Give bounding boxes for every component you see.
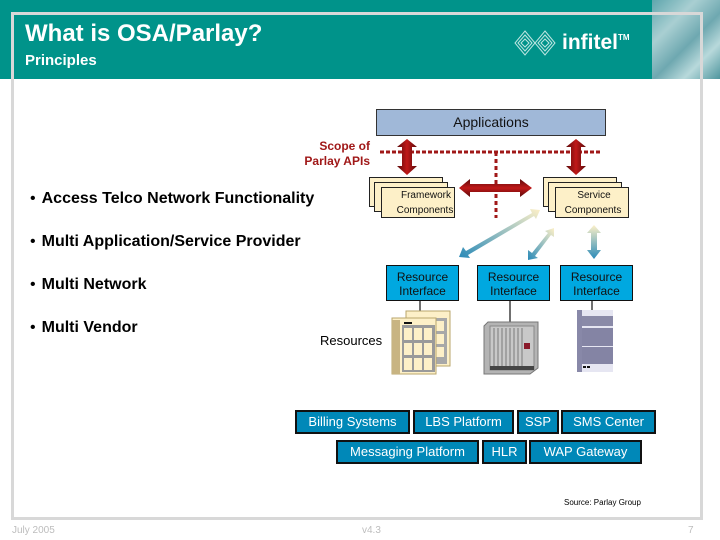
footer-page-number: 7 xyxy=(688,525,694,536)
resource-interface-box: Resource Interface xyxy=(477,265,550,301)
resource-ssp: SSP xyxy=(517,410,559,434)
double-arrow-icon xyxy=(397,139,417,175)
telecom-rack-icon xyxy=(483,321,539,375)
resource-hlr: HLR xyxy=(482,440,527,464)
resource-interface-line2: Interface xyxy=(573,284,620,298)
source-citation: Source: Parlay Group xyxy=(564,498,641,507)
resource-lbs-platform: LBS Platform xyxy=(413,410,514,434)
resource-wap-gateway: WAP Gateway xyxy=(529,440,642,464)
service-label-line2: Components xyxy=(564,205,622,216)
footer-version: v4.3 xyxy=(362,525,381,536)
resource-interface-line1: Resource xyxy=(570,270,623,284)
scope-label: Scope of Parlay APIs xyxy=(290,139,370,169)
double-arrow-icon xyxy=(528,228,554,260)
scope-label-line2: Parlay APIs xyxy=(304,154,370,168)
resource-interface-line1: Resource xyxy=(487,270,540,284)
double-arrow-icon xyxy=(587,225,601,259)
resource-interface-line1: Resource xyxy=(396,270,449,284)
resources-label: Resources xyxy=(320,333,383,348)
framework-label-line1: Framework xyxy=(400,190,451,201)
resource-billing-systems: Billing Systems xyxy=(295,410,410,434)
server-cabinet-icon xyxy=(577,310,613,372)
resource-interface-box: Resource Interface xyxy=(560,265,633,301)
applications-box: Applications xyxy=(376,109,606,136)
scope-label-line1: Scope of xyxy=(319,139,370,153)
double-arrow-icon xyxy=(566,139,586,175)
framework-label-line2: Components xyxy=(396,205,454,216)
resource-interface-box: Resource Interface xyxy=(386,265,459,301)
resource-interface-line2: Interface xyxy=(490,284,537,298)
double-arrow-icon xyxy=(459,209,540,258)
resource-interface-line2: Interface xyxy=(399,284,446,298)
footer-date: July 2005 xyxy=(12,525,55,536)
resource-messaging-platform: Messaging Platform xyxy=(336,440,479,464)
service-label-line1: Service xyxy=(577,190,611,201)
resource-sms-center: SMS Center xyxy=(561,410,656,434)
database-stack-icon xyxy=(391,310,451,375)
